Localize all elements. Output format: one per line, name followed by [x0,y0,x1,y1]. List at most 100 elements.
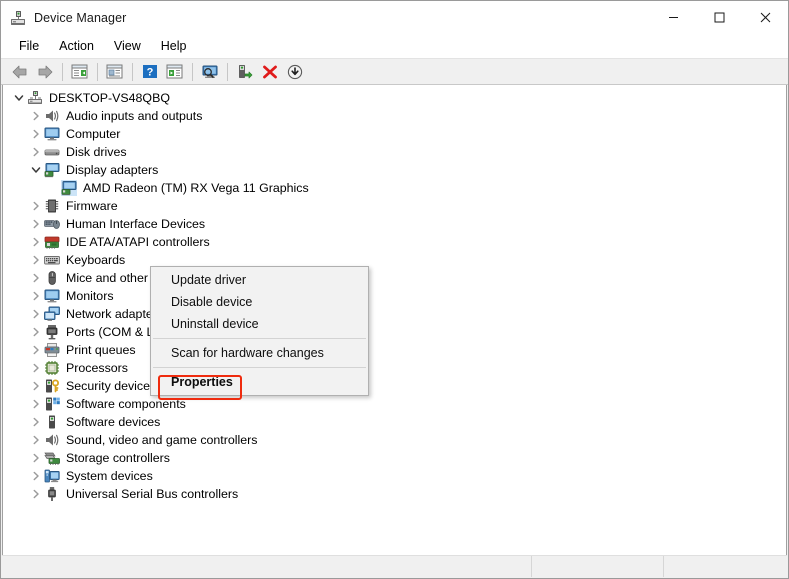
ide-controller-icon [44,234,60,250]
system-device-icon [44,468,60,484]
tree-item-label: Human Interface Devices [66,217,206,231]
menu-help[interactable]: Help [152,36,196,57]
tree-item[interactable]: Sound, video and game controllers [3,431,786,449]
tree-item[interactable]: Print queues [3,341,786,359]
window-title: Device Manager [34,10,127,25]
chevron-right-icon[interactable] [28,378,44,394]
chevron-right-icon[interactable] [28,432,44,448]
network-adapter-icon [44,306,60,322]
tree-item[interactable]: Firmware [3,197,786,215]
processor-icon [44,360,60,376]
scan-hardware-icon[interactable] [283,61,306,83]
tree-item[interactable]: Human Interface Devices [3,215,786,233]
menu-bar: File Action View Help [1,34,788,58]
tree-root-label: DESKTOP-VS48QBQ [49,91,170,105]
chevron-right-icon[interactable] [28,306,44,322]
chevron-right-icon[interactable] [28,126,44,142]
tree-item[interactable]: Network adapters [3,305,786,323]
tree-root-item[interactable]: DESKTOP-VS48QBQ [3,89,786,107]
tree-item-label: Audio inputs and outputs [66,109,203,123]
chevron-right-icon[interactable] [28,324,44,340]
software-component-icon [44,396,60,412]
chevron-right-icon[interactable] [28,360,44,376]
chevron-right-icon[interactable] [28,234,44,250]
tree-item-label: Software devices [66,415,161,429]
chevron-right-icon[interactable] [28,486,44,502]
status-pane-2 [532,556,664,577]
chevron-right-icon[interactable] [28,468,44,484]
menu-action[interactable]: Action [50,36,103,57]
port-icon [44,324,60,340]
svg-text:?: ? [146,67,153,79]
back-icon[interactable] [8,61,31,83]
toolbar-separator [227,62,228,81]
tree-item[interactable]: Software components [3,395,786,413]
monitor-icon [44,126,60,142]
disk-icon [44,144,60,160]
chevron-right-icon[interactable] [28,342,44,358]
maximize-button[interactable] [696,1,742,33]
menu-separator [153,338,366,339]
chevron-right-icon[interactable] [28,216,44,232]
chevron-down-icon[interactable] [28,162,44,178]
chevron-right-icon[interactable] [28,396,44,412]
window-controls [650,1,788,33]
monitor-icon [44,288,60,304]
chevron-right-icon[interactable] [28,450,44,466]
tree-item[interactable]: Storage controllers [3,449,786,467]
context-menu-item-scan-for-hardware-changes[interactable]: Scan for hardware changes [151,342,368,364]
device-manager-window: Device Manager File Action View Help ? D… [0,0,789,579]
chevron-right-icon[interactable] [28,144,44,160]
chevron-right-icon[interactable] [28,414,44,430]
tree-item[interactable]: Keyboards [3,251,786,269]
context-menu-item-properties[interactable]: Properties [151,371,368,393]
chevron-right-icon[interactable] [28,198,44,214]
tree-item[interactable]: Mice and other pointing devices [3,269,786,287]
show-hide-console-tree-icon[interactable] [68,61,91,83]
tree-item[interactable]: Display adapters [3,161,786,179]
chevron-down-icon[interactable] [11,90,27,106]
context-menu[interactable]: Update driver Disable device Uninstall dev… [150,266,369,400]
uninstall-device-icon[interactable] [258,61,281,83]
context-menu-item-uninstall-device[interactable]: Uninstall device [151,313,368,335]
mouse-icon [44,270,60,286]
title-bar: Device Manager [1,1,788,34]
tree-item[interactable]: Universal Serial Bus controllers [3,485,786,503]
tree-item[interactable]: IDE ATA/ATAPI controllers [3,233,786,251]
minimize-button[interactable] [650,1,696,33]
security-device-icon [44,378,60,394]
chevron-right-icon[interactable] [28,270,44,286]
menu-view[interactable]: View [105,36,150,57]
tree-item[interactable]: Monitors [3,287,786,305]
help-icon[interactable]: ? [138,61,161,83]
forward-icon[interactable] [33,61,56,83]
tree-item-label: Sound, video and game controllers [66,433,258,447]
close-button[interactable] [742,1,788,33]
tree-item-label: Disk drives [66,145,127,159]
display-icon[interactable] [198,61,221,83]
context-menu-item-update-driver[interactable]: Update driver [151,269,368,291]
speaker-icon [44,432,60,448]
chevron-right-icon[interactable] [28,252,44,268]
chevron-right-icon[interactable] [28,288,44,304]
toolbar-separator [97,62,98,81]
tree-item[interactable]: Processors [3,359,786,377]
update-driver-icon[interactable] [163,61,186,83]
tree-item[interactable]: Computer [3,125,786,143]
device-tree-panel[interactable]: DESKTOP-VS48QBQ Audio inputs and outputs… [2,85,787,555]
printer-icon [44,342,60,358]
tree-item[interactable]: Audio inputs and outputs [3,107,786,125]
tree-item[interactable]: Security devices [3,377,786,395]
tree-item[interactable]: Disk drives [3,143,786,161]
properties-icon[interactable] [103,61,126,83]
tree-item-label: AMD Radeon (TM) RX Vega 11 Graphics [83,181,309,195]
toolbar-separator [192,62,193,81]
chevron-right-icon[interactable] [28,108,44,124]
tree-item[interactable]: System devices [3,467,786,485]
tree-item[interactable]: Ports (COM & LPT) [3,323,786,341]
tree-item[interactable]: AMD Radeon (TM) RX Vega 11 Graphics [3,179,786,197]
menu-file[interactable]: File [10,36,48,57]
enable-device-icon[interactable] [233,61,256,83]
context-menu-item-disable-device[interactable]: Disable device [151,291,368,313]
tree-item[interactable]: Software devices [3,413,786,431]
